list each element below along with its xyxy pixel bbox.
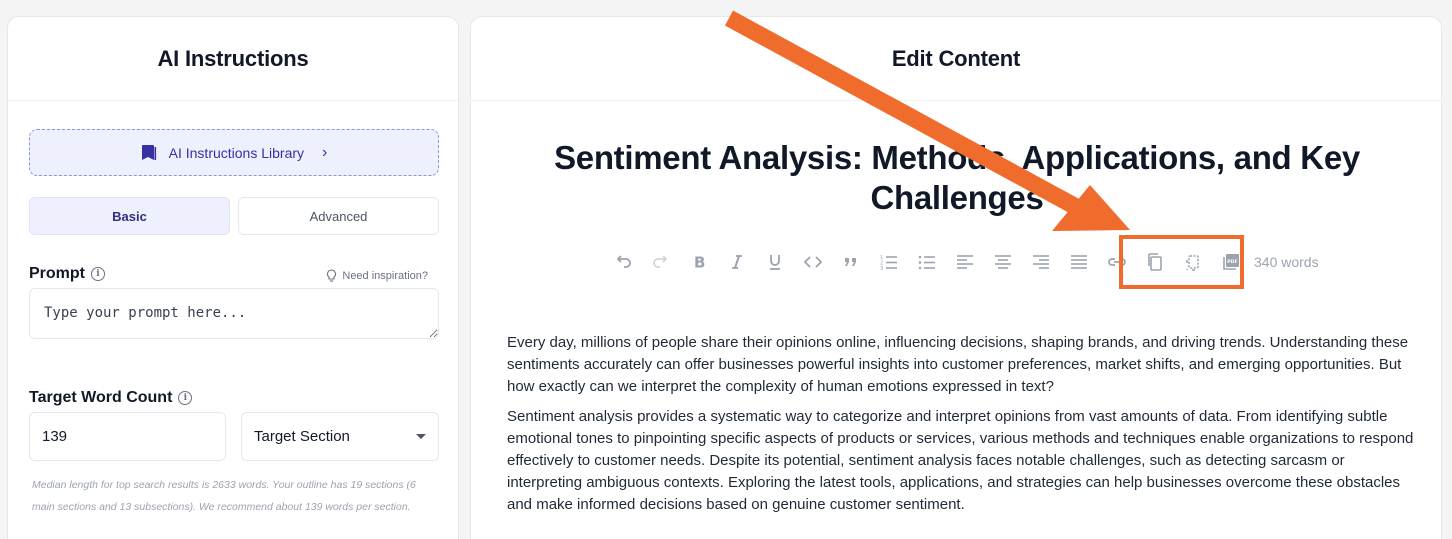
prompt-input[interactable] (29, 288, 439, 339)
prompt-label-row: Prompt i (29, 265, 105, 283)
target-section-label: Target Section (254, 428, 350, 445)
info-icon[interactable]: i (178, 391, 193, 405)
tab-basic[interactable]: Basic (29, 197, 230, 235)
redo-icon[interactable] (642, 249, 680, 275)
ordered-list-icon[interactable]: 123 (870, 249, 908, 275)
underline-icon[interactable] (756, 249, 794, 275)
book-icon (141, 144, 156, 160)
target-word-count-label-row: Target Word Count i (29, 389, 193, 407)
align-justify-icon[interactable] (1060, 249, 1098, 275)
undo-icon[interactable] (604, 249, 642, 275)
document-title[interactable]: Sentiment Analysis: Methods, Application… (511, 138, 1403, 218)
paragraph[interactable]: Every day, millions of people share thei… (507, 332, 1417, 397)
edit-content-header: Edit Content (471, 17, 1441, 101)
ai-instructions-panel: AI Instructions AI Instructions Library … (7, 16, 459, 539)
link-icon[interactable] (1098, 249, 1136, 275)
prompt-label: Prompt (29, 265, 85, 282)
caret-down-icon (416, 434, 426, 439)
target-word-count-label: Target Word Count (29, 389, 173, 406)
paragraph[interactable]: Sentiment analysis provides a systematic… (507, 406, 1417, 515)
chevron-right-icon: › (322, 143, 328, 161)
need-inspiration-link[interactable]: Need inspiration? (326, 269, 428, 283)
copy-html-icon[interactable] (1174, 249, 1212, 275)
word-count-hint: Median length for top search results is … (32, 479, 416, 513)
word-count-input[interactable]: 139 (29, 412, 226, 461)
edit-content-panel: Edit Content Sentiment Analysis: Methods… (470, 16, 1442, 539)
ai-instructions-header: AI Instructions (8, 17, 458, 101)
panel-title: AI Instructions (157, 45, 309, 71)
copy-icon[interactable] (1136, 249, 1174, 275)
panel-title: Edit Content (891, 45, 1021, 71)
editor-toolbar: B 123 PDF 340 words (604, 249, 1319, 275)
quote-icon[interactable] (832, 249, 870, 275)
bullet-list-icon[interactable] (908, 249, 946, 275)
ai-instructions-library-button[interactable]: AI Instructions Library › (29, 129, 439, 176)
document-body[interactable]: Every day, millions of people share thei… (507, 332, 1417, 524)
tab-advanced[interactable]: Advanced (238, 197, 439, 235)
svg-text:B: B (694, 254, 705, 272)
align-right-icon[interactable] (1022, 249, 1060, 275)
align-center-icon[interactable] (984, 249, 1022, 275)
align-left-icon[interactable] (946, 249, 984, 275)
bold-icon[interactable]: B (680, 249, 718, 275)
need-inspiration-label: Need inspiration? (342, 270, 428, 282)
lightbulb-icon (327, 269, 337, 282)
word-count-indicator: 340 words (1254, 254, 1319, 270)
library-button-label: AI Instructions Library (168, 144, 305, 161)
info-icon[interactable]: i (91, 267, 105, 281)
code-icon[interactable] (794, 249, 832, 275)
target-section-select[interactable]: Target Section (241, 412, 439, 461)
italic-icon[interactable] (718, 249, 756, 275)
svg-text:PDF: PDF (1227, 259, 1237, 265)
svg-text:3: 3 (880, 266, 883, 272)
pdf-export-icon[interactable]: PDF (1212, 249, 1250, 275)
